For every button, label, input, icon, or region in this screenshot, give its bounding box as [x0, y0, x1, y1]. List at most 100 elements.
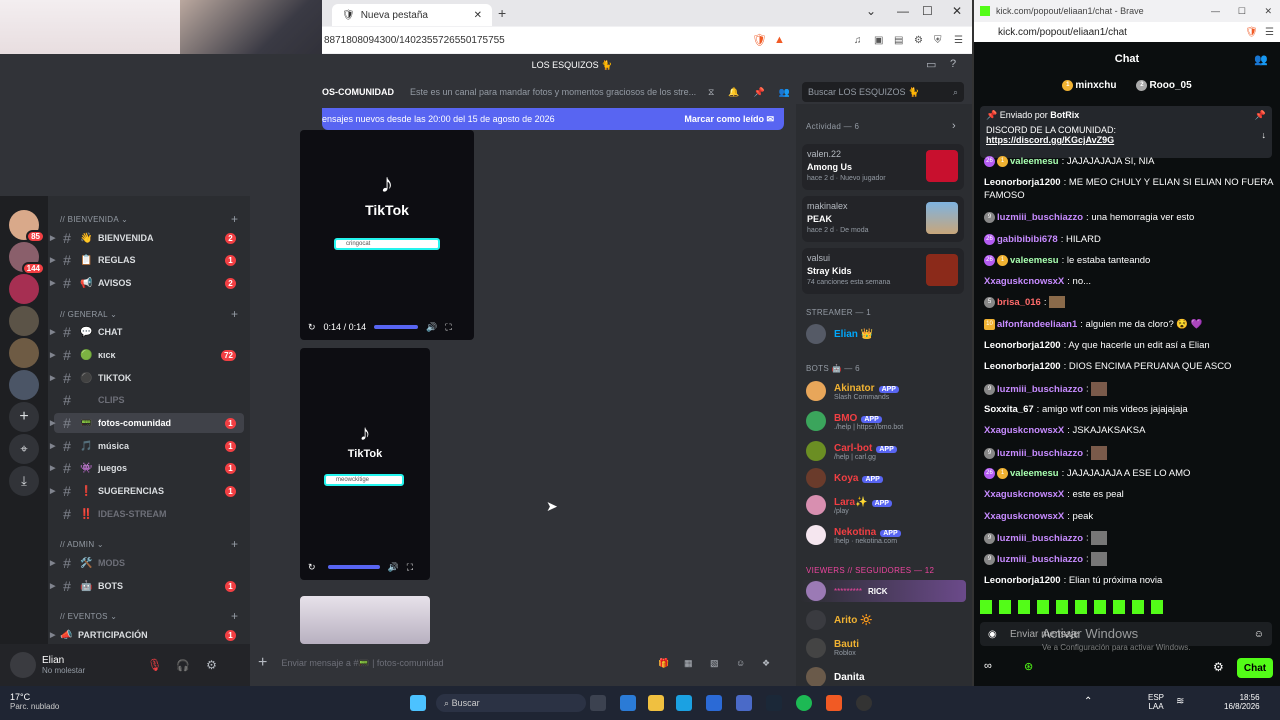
gift-icon[interactable]: 🎁	[658, 658, 669, 669]
gifter-2[interactable]: 2 Rooo_05	[1136, 80, 1192, 92]
server-icon[interactable]	[9, 274, 39, 304]
add-channel-icon[interactable]: +	[231, 609, 238, 623]
volume-icon[interactable]: 🔊	[426, 322, 437, 333]
member-item[interactable]: Carl-bot APP/help | carl.gg	[806, 440, 897, 462]
taskbar-search[interactable]: ⌕ Buscar	[436, 694, 586, 712]
discover-icon[interactable]: ⌖	[9, 434, 39, 464]
member-item[interactable]: Nekotina APP !help · nekotina.com	[806, 524, 901, 546]
search-input[interactable]: Buscar LOS ESQUIZOS 🐈 ⌕	[802, 82, 964, 102]
add-channel-icon[interactable]: +	[231, 212, 238, 226]
gear-icon[interactable]: ⚙	[1213, 660, 1224, 674]
fullscreen-icon[interactable]: ⛶	[445, 322, 451, 333]
volume-icon[interactable]: 🔊	[388, 562, 399, 573]
mark-read-button[interactable]: Marcar como leído ✉	[684, 114, 774, 125]
menu-icon[interactable]: ☰	[1265, 27, 1274, 38]
channel-item[interactable]: ▶ # 📋 REGLAS 1	[50, 250, 244, 270]
replay-icon[interactable]: ↻	[308, 322, 316, 333]
member-item[interactable]: Arito 🔆	[806, 609, 873, 631]
add-channel-icon[interactable]: +	[231, 537, 238, 551]
members-icon[interactable]: 👥	[779, 87, 790, 98]
server-icon[interactable]	[9, 306, 39, 336]
add-channel-icon[interactable]: +	[231, 307, 238, 321]
close-window-button[interactable]: ✕	[1264, 6, 1272, 17]
users-icon[interactable]: 👥	[1254, 53, 1268, 66]
headphones-icon[interactable]: 🎧	[176, 659, 190, 672]
new-messages-banner[interactable]: ensajes nuevos desde las 20:00 del 15 de…	[322, 108, 784, 130]
close-window-button[interactable]: ✕	[952, 4, 962, 18]
infinity-icon[interactable]: ∞	[984, 660, 992, 672]
channel-item[interactable]: ▶ # ❗ SUGERENCIAS 1	[50, 481, 244, 501]
brave-icon[interactable]	[826, 695, 842, 711]
channel-item[interactable]: # CLIPS	[54, 390, 244, 410]
help-icon[interactable]: ?	[950, 58, 956, 70]
pinned-message[interactable]: 📌 Enviado por BotRix DISCORD DE LA COMUN…	[980, 106, 1272, 158]
activity-card[interactable]: valsui Stray Kids 74 canciones esta sema…	[802, 248, 964, 294]
close-icon[interactable]: ✕	[474, 10, 482, 21]
member-item[interactable]: Akinator APP Slash Commands	[806, 380, 899, 402]
channel-item[interactable]: ▶ # 🤖 BOTS 1	[50, 576, 244, 596]
server-icon[interactable]: 85	[9, 210, 45, 243]
category-general[interactable]: // GENERAL ⌄	[60, 310, 117, 319]
download-icon[interactable]: ⤓	[9, 466, 39, 496]
emoji-icon[interactable]: ☺	[736, 658, 745, 668]
category-bienvenida[interactable]: // BIENVENIDA ⌄	[60, 215, 128, 224]
member-item[interactable]: BMO APP ./help | https://bmo.bot	[806, 410, 903, 432]
send-chat-button[interactable]: Chat	[1237, 658, 1273, 678]
member-item[interactable]: Elian 👑	[806, 323, 873, 345]
emote-row[interactable]	[980, 600, 1170, 614]
video-attachment[interactable]: ♪ TikTok meowckitige ↻ 🔊 ⛶	[300, 348, 430, 580]
composer-input[interactable]: Enviar mensaje a #📟 | fotos-comunidad	[281, 658, 443, 669]
vpn-icon[interactable]: ⛨	[934, 35, 942, 46]
server-icon[interactable]	[9, 370, 39, 400]
replay-icon[interactable]: ↻	[308, 562, 316, 573]
member-item[interactable]: Bauti Roblox	[806, 637, 859, 659]
channel-item-active[interactable]: ▶ # 📟 fotos-comunidad 1	[50, 413, 244, 433]
chevron-up-icon[interactable]: ⌃	[1084, 696, 1092, 707]
sticker-icon[interactable]: ▧	[710, 658, 719, 669]
maximize-button[interactable]: ☐	[922, 4, 933, 18]
browser-tab[interactable]: 🛡 Nueva pestaña ✕	[332, 4, 492, 26]
activity-card[interactable]: makinalex PEAK hace 2 d · De moda	[802, 196, 964, 242]
rewards-icon[interactable]: ▲	[774, 34, 785, 46]
clock[interactable]: 18:56 16/8/2026	[1224, 693, 1260, 711]
video-attachment[interactable]: ♪ TikTok cringocat ↻ 0:14 / 0:14 🔊 ⛶	[300, 130, 474, 340]
windows-start-icon[interactable]	[410, 695, 426, 711]
collapse-icon[interactable]: ↓	[1262, 130, 1267, 140]
message-composer[interactable]: + Enviar mensaje a #📟 | fotos-comunidad …	[258, 650, 788, 676]
gifter-1[interactable]: 1 minxchu	[1062, 80, 1116, 92]
channel-item[interactable]: ▶ # 🎵 música 1	[50, 436, 244, 456]
video-progress[interactable]	[327, 565, 380, 569]
brave-shield-icon[interactable]: 🛡	[1245, 27, 1258, 38]
wifi-icon[interactable]: ≋	[1176, 696, 1184, 707]
threads-icon[interactable]: ⧖	[708, 87, 714, 98]
obs-icon[interactable]	[856, 695, 872, 711]
activity-card[interactable]: valen.22 Among Us hace 2 d · Nuevo jugad…	[802, 144, 964, 190]
steam-icon[interactable]	[766, 695, 782, 711]
task-view-icon[interactable]	[590, 695, 606, 711]
store-icon[interactable]	[706, 695, 722, 711]
url-bar[interactable]: 8871808094300/1402355726550175755 🛡 ▲ ♫ …	[322, 27, 972, 53]
channel-item[interactable]: ▶ # 🛠️ MODS	[50, 553, 244, 573]
server-icon[interactable]	[9, 338, 39, 368]
new-tab-button[interactable]: +	[498, 5, 506, 21]
member-item[interactable]: ********* RICK	[800, 580, 966, 602]
minimize-button[interactable]: —	[1211, 6, 1220, 16]
emoji-icon[interactable]: ☺	[1254, 629, 1264, 640]
attach-plus-icon[interactable]: +	[258, 654, 267, 672]
mute-icon[interactable]: 🎙	[147, 658, 162, 672]
channel-item[interactable]: ▶ 📣 PARTICIPACIÓN 1	[50, 625, 244, 645]
media-icon[interactable]: ♫	[854, 35, 862, 46]
pin-icon[interactable]: 📌	[754, 87, 765, 98]
member-item[interactable]: Koya APP	[806, 467, 883, 489]
gif-icon[interactable]: ▦	[684, 658, 693, 669]
bell-icon[interactable]: 🔔	[728, 87, 739, 98]
fullscreen-icon[interactable]: ⛶	[407, 562, 413, 573]
language-indicator[interactable]: ESP LAA	[1148, 693, 1164, 711]
chevron-right-icon[interactable]: ›	[952, 120, 956, 132]
video-progress[interactable]	[374, 325, 419, 329]
sidebar-icon[interactable]: ▣	[874, 35, 883, 46]
minimize-button[interactable]: —	[897, 4, 909, 18]
channel-item[interactable]: # ‼️ IDEAS-STREAM	[54, 504, 244, 524]
file-explorer-icon[interactable]	[648, 695, 664, 711]
category-eventos[interactable]: // EVENTOS ⌄	[60, 612, 117, 621]
